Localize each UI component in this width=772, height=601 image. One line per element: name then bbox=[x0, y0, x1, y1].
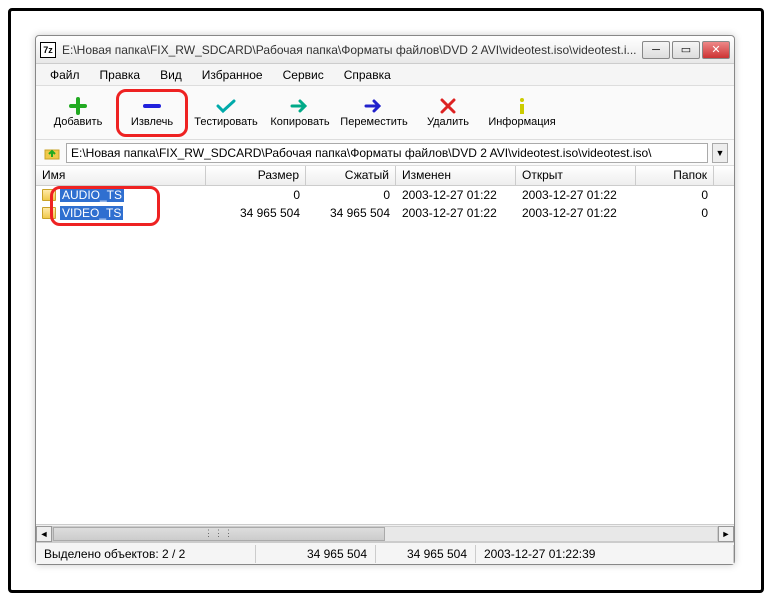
item-size: 0 bbox=[206, 188, 306, 202]
col-modified[interactable]: Изменен bbox=[396, 166, 516, 185]
close-button[interactable]: ✕ bbox=[702, 41, 730, 59]
x-icon bbox=[438, 98, 458, 114]
arrow-right-icon bbox=[290, 98, 310, 114]
add-button[interactable]: Добавить bbox=[42, 89, 114, 137]
item-folders: 0 bbox=[636, 206, 714, 220]
status-size: 34 965 504 bbox=[256, 545, 376, 563]
test-label: Тестировать bbox=[194, 116, 258, 128]
file-list: AUDIO_TS 0 0 2003-12-27 01:22 2003-12-27… bbox=[36, 186, 734, 524]
menu-edit[interactable]: Правка bbox=[92, 66, 149, 84]
item-name: AUDIO_TS bbox=[60, 188, 124, 202]
item-packed: 0 bbox=[306, 188, 396, 202]
info-label: Информация bbox=[488, 116, 555, 128]
item-name-cell: AUDIO_TS bbox=[36, 188, 206, 202]
plus-icon bbox=[68, 98, 88, 114]
col-name[interactable]: Имя bbox=[36, 166, 206, 185]
item-opened: 2003-12-27 01:22 bbox=[516, 206, 636, 220]
menubar: Файл Правка Вид Избранное Сервис Справка bbox=[36, 64, 734, 86]
col-packed[interactable]: Сжатый bbox=[306, 166, 396, 185]
item-modified: 2003-12-27 01:22 bbox=[396, 206, 516, 220]
status-date: 2003-12-27 01:22:39 bbox=[476, 545, 734, 563]
col-folders[interactable]: Папок bbox=[636, 166, 714, 185]
extract-label: Извлечь bbox=[131, 116, 173, 128]
list-item[interactable]: AUDIO_TS 0 0 2003-12-27 01:22 2003-12-27… bbox=[36, 186, 734, 204]
col-opened[interactable]: Открыт bbox=[516, 166, 636, 185]
maximize-button[interactable]: ▭ bbox=[672, 41, 700, 59]
extract-button[interactable]: Извлечь bbox=[116, 89, 188, 137]
arrow-move-icon bbox=[364, 98, 384, 114]
folder-icon bbox=[42, 189, 56, 201]
move-button[interactable]: Переместить bbox=[338, 89, 410, 137]
item-folders: 0 bbox=[636, 188, 714, 202]
menu-favorites[interactable]: Избранное bbox=[194, 66, 271, 84]
copy-label: Копировать bbox=[270, 116, 329, 128]
menu-service[interactable]: Сервис bbox=[275, 66, 332, 84]
item-modified: 2003-12-27 01:22 bbox=[396, 188, 516, 202]
item-packed: 34 965 504 bbox=[306, 206, 396, 220]
scroll-track[interactable]: ⋮⋮⋮ bbox=[52, 526, 718, 542]
window-controls: ─ ▭ ✕ bbox=[642, 41, 730, 59]
pathbar: ▼ bbox=[36, 140, 734, 166]
up-folder-button[interactable] bbox=[42, 143, 62, 163]
info-icon bbox=[512, 98, 532, 114]
window-title: E:\Новая папка\FIX_RW_SDCARD\Рабочая пап… bbox=[62, 43, 642, 57]
add-label: Добавить bbox=[54, 116, 103, 128]
menu-help[interactable]: Справка bbox=[336, 66, 399, 84]
status-selection: Выделено объектов: 2 / 2 bbox=[36, 545, 256, 563]
item-name-cell: VIDEO_TS bbox=[36, 206, 206, 220]
horizontal-scrollbar[interactable]: ◄ ⋮⋮⋮ ► bbox=[36, 524, 734, 542]
item-opened: 2003-12-27 01:22 bbox=[516, 188, 636, 202]
scroll-thumb[interactable]: ⋮⋮⋮ bbox=[53, 527, 385, 541]
path-dropdown-button[interactable]: ▼ bbox=[712, 143, 728, 163]
copy-button[interactable]: Копировать bbox=[264, 89, 336, 137]
info-button[interactable]: Информация bbox=[486, 89, 558, 137]
item-size: 34 965 504 bbox=[206, 206, 306, 220]
scroll-left-button[interactable]: ◄ bbox=[36, 526, 52, 542]
menu-view[interactable]: Вид bbox=[152, 66, 190, 84]
app-icon: 7z bbox=[40, 42, 56, 58]
path-input[interactable] bbox=[66, 143, 708, 163]
toolbar: Добавить Извлечь Тестировать Копировать … bbox=[36, 86, 734, 140]
menu-file[interactable]: Файл bbox=[42, 66, 88, 84]
col-size[interactable]: Размер bbox=[206, 166, 306, 185]
statusbar: Выделено объектов: 2 / 2 34 965 504 34 9… bbox=[36, 542, 734, 564]
check-icon bbox=[216, 98, 236, 114]
table-header: Имя Размер Сжатый Изменен Открыт Папок bbox=[36, 166, 734, 186]
minus-icon bbox=[142, 98, 162, 114]
scroll-right-button[interactable]: ► bbox=[718, 526, 734, 542]
delete-button[interactable]: Удалить bbox=[412, 89, 484, 137]
list-item[interactable]: VIDEO_TS 34 965 504 34 965 504 2003-12-2… bbox=[36, 204, 734, 222]
delete-label: Удалить bbox=[427, 116, 469, 128]
7zip-window: 7z E:\Новая папка\FIX_RW_SDCARD\Рабочая … bbox=[35, 35, 735, 565]
item-name: VIDEO_TS bbox=[60, 206, 123, 220]
move-label: Переместить bbox=[340, 116, 407, 128]
test-button[interactable]: Тестировать bbox=[190, 89, 262, 137]
folder-icon bbox=[42, 207, 56, 219]
titlebar: 7z E:\Новая папка\FIX_RW_SDCARD\Рабочая … bbox=[36, 36, 734, 64]
status-packed: 34 965 504 bbox=[376, 545, 476, 563]
minimize-button[interactable]: ─ bbox=[642, 41, 670, 59]
